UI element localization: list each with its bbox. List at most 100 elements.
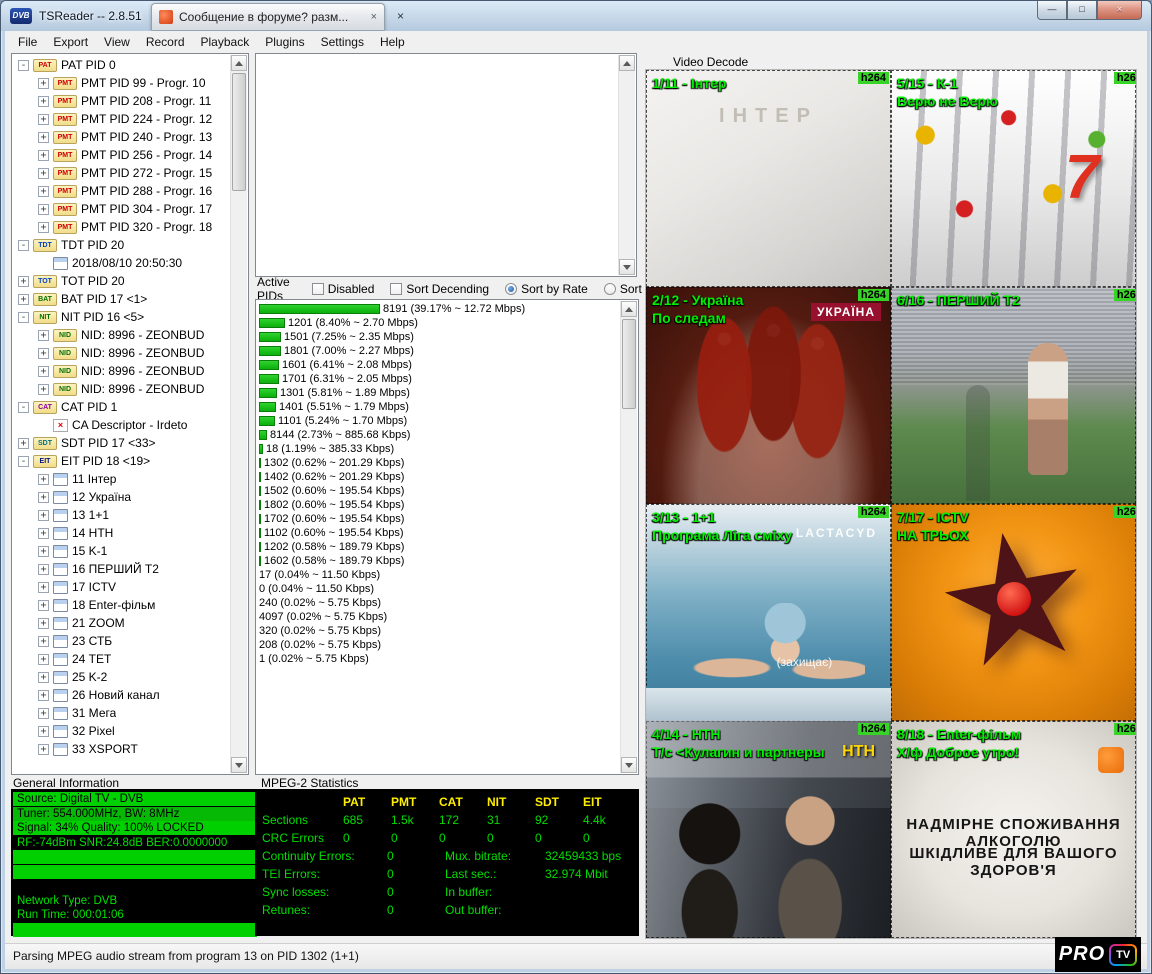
menu-settings[interactable]: Settings [313, 33, 372, 51]
pid-row[interactable]: 1302 (0.62% ~ 201.29 Kbps) [259, 456, 618, 470]
tree-item[interactable]: +12 Україна [14, 488, 229, 506]
tree-item[interactable]: +PMTPMT PID 288 - Progr. 16 [14, 182, 229, 200]
scroll-up-button[interactable] [619, 55, 635, 71]
pid-row[interactable]: 1702 (0.60% ~ 195.54 Kbps) [259, 512, 618, 526]
pid-row[interactable]: 1101 (5.24% ~ 1.70 Mbps) [259, 414, 618, 428]
menu-record[interactable]: Record [138, 33, 193, 51]
pid-row[interactable]: 4097 (0.02% ~ 5.75 Kbps) [259, 610, 618, 624]
scrollbar-track[interactable] [621, 317, 637, 757]
pid-row[interactable]: 1102 (0.60% ~ 195.54 Kbps) [259, 526, 618, 540]
background-close-icon[interactable]: × [397, 9, 404, 23]
tree-expander-plus-icon[interactable]: + [38, 384, 49, 395]
titlebar[interactable]: DVB TSReader -- 2.8.51 Сообщение в форум… [1, 1, 1151, 31]
tree-item[interactable]: +26 Новий канал [14, 686, 229, 704]
scrollbar-track[interactable] [619, 71, 635, 259]
tree-expander-plus-icon[interactable]: + [38, 186, 49, 197]
pid-row[interactable]: 1301 (5.81% ~ 1.89 Mbps) [259, 386, 618, 400]
scroll-down-button[interactable] [621, 757, 637, 773]
pid-row[interactable]: 1501 (7.25% ~ 2.35 Mbps) [259, 330, 618, 344]
tree-item[interactable]: +24 ТЕТ [14, 650, 229, 668]
pid-list-scrollbar[interactable] [620, 301, 637, 773]
tree-expander-plus-icon[interactable]: + [38, 348, 49, 359]
tree-expander-plus-icon[interactable]: + [38, 474, 49, 485]
pid-row[interactable]: 1602 (0.58% ~ 189.79 Kbps) [259, 554, 618, 568]
tree-scrollbar[interactable] [230, 55, 247, 773]
pid-row[interactable]: 1402 (0.62% ~ 201.29 Kbps) [259, 470, 618, 484]
tree-expander-minus-icon[interactable]: - [18, 60, 29, 71]
tree-expander-plus-icon[interactable]: + [38, 708, 49, 719]
tree-expander-plus-icon[interactable]: + [38, 114, 49, 125]
tree-expander-plus-icon[interactable]: + [38, 204, 49, 215]
tree-expander-plus-icon[interactable]: + [38, 672, 49, 683]
radio-icon[interactable] [505, 283, 517, 295]
tree-expander-plus-icon[interactable]: + [38, 492, 49, 503]
tree-expander-plus-icon[interactable]: + [38, 744, 49, 755]
pid-row[interactable]: 208 (0.02% ~ 5.75 Kbps) [259, 638, 618, 652]
pid-row[interactable]: 1202 (0.58% ~ 189.79 Kbps) [259, 540, 618, 554]
disabled-checkbox[interactable]: Disabled [312, 282, 375, 296]
tree-panel[interactable]: -PATPAT PID 0+PMTPMT PID 99 - Progr. 10+… [11, 53, 249, 775]
maximize-button[interactable]: □ [1067, 1, 1097, 20]
pid-row[interactable]: 8191 (39.17% ~ 12.72 Mbps) [259, 302, 618, 316]
tree-item[interactable]: +23 СТБ [14, 632, 229, 650]
tree-item[interactable]: 2018/08/10 20:50:30 [14, 254, 229, 272]
tree-expander-plus-icon[interactable]: + [18, 438, 29, 449]
pid-row[interactable]: 1201 (8.40% ~ 2.70 Mbps) [259, 316, 618, 330]
close-button[interactable]: × [1097, 1, 1142, 20]
tree-item[interactable]: +NIDNID: 8996 - ZEONBUD [14, 362, 229, 380]
detail-listbox[interactable] [255, 53, 637, 277]
tree-item[interactable]: -CATCAT PID 1 [14, 398, 229, 416]
tree-item[interactable]: +PMTPMT PID 272 - Progr. 15 [14, 164, 229, 182]
tree-item[interactable]: +PMTPMT PID 256 - Progr. 14 [14, 146, 229, 164]
video-thumbnail[interactable]: 3/13 - 1+1Програма Ліга сміхуLACTACYD(за… [646, 504, 891, 721]
radio-icon[interactable] [604, 283, 616, 295]
tree-expander-plus-icon[interactable]: + [38, 510, 49, 521]
video-thumbnail[interactable]: 7/17 - ICTVНА ТРЬОХ★h264 [891, 504, 1136, 721]
tree-item[interactable]: +PMTPMT PID 240 - Progr. 13 [14, 128, 229, 146]
menu-plugins[interactable]: Plugins [257, 33, 312, 51]
tree-item[interactable]: +TOTTOT PID 20 [14, 272, 229, 290]
tree-expander-plus-icon[interactable]: + [38, 168, 49, 179]
scroll-down-button[interactable] [619, 259, 635, 275]
tree-expander-plus-icon[interactable]: + [38, 690, 49, 701]
tree-expander-plus-icon[interactable]: + [38, 546, 49, 557]
tree-item[interactable]: +PMTPMT PID 224 - Progr. 12 [14, 110, 229, 128]
tree-item[interactable]: +11 Інтер [14, 470, 229, 488]
scroll-down-button[interactable] [231, 757, 247, 773]
scrollbar-thumb[interactable] [232, 73, 246, 191]
pid-row[interactable]: 320 (0.02% ~ 5.75 Kbps) [259, 624, 618, 638]
tree-expander-plus-icon[interactable]: + [38, 564, 49, 575]
menu-help[interactable]: Help [372, 33, 413, 51]
tree-item[interactable]: -TDTTDT PID 20 [14, 236, 229, 254]
tree-expander-plus-icon[interactable]: + [38, 726, 49, 737]
tree-item[interactable]: +14 HTH [14, 524, 229, 542]
tree-item[interactable]: +NIDNID: 8996 - ZEONBUD [14, 380, 229, 398]
tree-item[interactable]: +33 XSPORT [14, 740, 229, 758]
tree-item[interactable]: +PMTPMT PID 320 - Progr. 18 [14, 218, 229, 236]
tree-expander-plus-icon[interactable]: + [38, 582, 49, 593]
pid-row[interactable]: 1502 (0.60% ~ 195.54 Kbps) [259, 484, 618, 498]
video-thumbnail[interactable]: 4/14 - НТНТ/с <Кулагин и партнерыНТНh264 [646, 721, 891, 938]
tree-expander-plus-icon[interactable]: + [38, 330, 49, 341]
background-browser-tab[interactable]: Сообщение в форуме? разм... × [151, 3, 385, 30]
tree-expander-plus-icon[interactable]: + [38, 366, 49, 377]
tree-item[interactable]: +PMTPMT PID 208 - Progr. 11 [14, 92, 229, 110]
tree-expander-plus-icon[interactable]: + [38, 654, 49, 665]
pid-row[interactable]: 8144 (2.73% ~ 885.68 Kbps) [259, 428, 618, 442]
scrollbar-track[interactable] [231, 71, 247, 757]
menu-file[interactable]: File [10, 33, 45, 51]
tree-item[interactable]: +31 Мега [14, 704, 229, 722]
sort-decending-checkbox[interactable]: Sort Decending [390, 282, 489, 296]
tree-item[interactable]: +PMTPMT PID 99 - Progr. 10 [14, 74, 229, 92]
tree-expander-plus-icon[interactable]: + [38, 222, 49, 233]
sort-by-rate-radio[interactable]: Sort by Rate [505, 282, 588, 296]
tree-item[interactable]: +NIDNID: 8996 - ZEONBUD [14, 326, 229, 344]
menu-playback[interactable]: Playback [193, 33, 258, 51]
tree-item[interactable]: +13 1+1 [14, 506, 229, 524]
tree-expander-plus-icon[interactable]: + [38, 132, 49, 143]
pid-row[interactable]: 17 (0.04% ~ 11.50 Kbps) [259, 568, 618, 582]
tree-item[interactable]: +SDTSDT PID 17 <33> [14, 434, 229, 452]
tree-item[interactable]: +BATBAT PID 17 <1> [14, 290, 229, 308]
tree-expander-plus-icon[interactable]: + [38, 78, 49, 89]
video-thumbnail[interactable]: 8/18 - Enter-фільмХ/ф Доброе утро!НАДМІР… [891, 721, 1136, 938]
